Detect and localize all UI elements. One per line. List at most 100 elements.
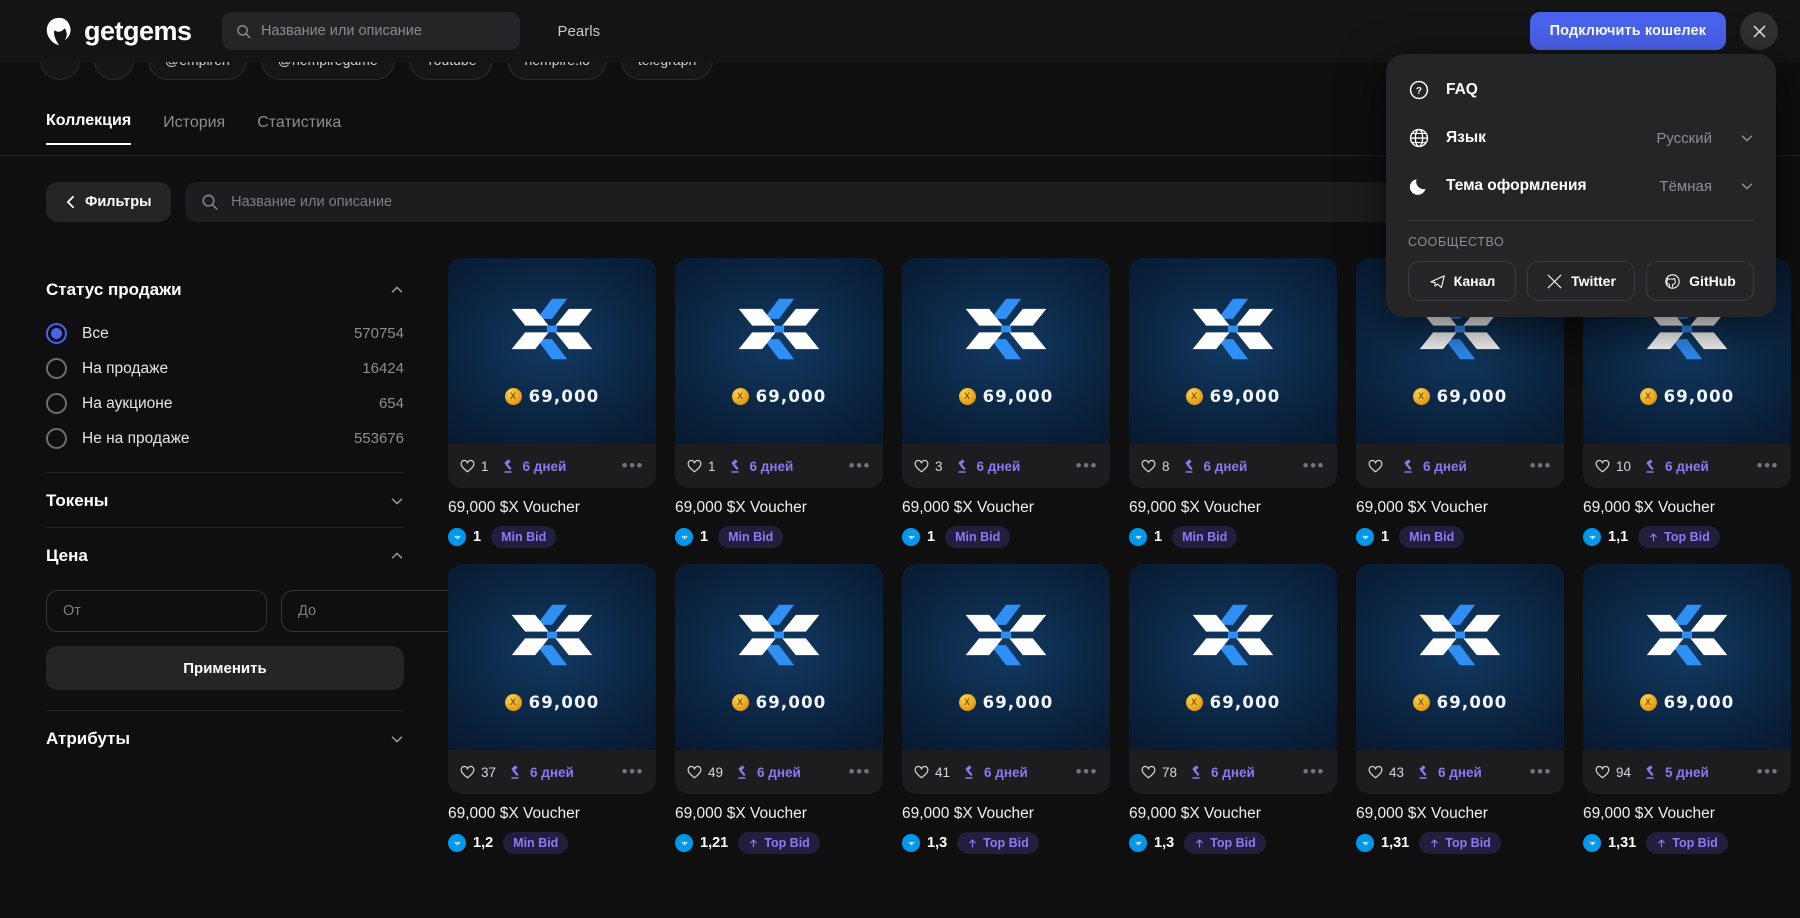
more-options-icon[interactable]: ••• <box>1530 457 1552 474</box>
filter-group-sale-status-header[interactable]: Статус продажи <box>46 262 404 316</box>
collection-link-chip[interactable]: Youtube <box>408 62 494 80</box>
like-control[interactable]: 10 <box>1595 459 1631 474</box>
filter-group-price-header[interactable]: Цена <box>46 528 404 582</box>
arrow-up-icon <box>750 838 758 848</box>
nft-card[interactable]: X 69,000 1 6 дней ••• 69,000 $X Voucher 1 Min B… <box>675 258 883 548</box>
collection-link-chip[interactable] <box>40 62 80 80</box>
nav-link-pearls[interactable]: Pearls <box>558 23 601 40</box>
nft-card[interactable]: X 69,000 49 6 дней ••• 69,000 $X Voucher 1,21 T… <box>675 564 883 854</box>
like-control[interactable]: 43 <box>1368 765 1404 780</box>
heart-icon[interactable] <box>1368 765 1383 780</box>
social-button-channel[interactable]: Канал <box>1408 261 1516 301</box>
nft-card[interactable]: X 69,000 3 6 дней ••• 69,000 $X Voucher 1 Min B… <box>902 258 1110 548</box>
heart-icon[interactable] <box>460 459 475 474</box>
heart-icon[interactable] <box>460 765 475 780</box>
tab-statistics[interactable]: Статистика <box>257 114 341 145</box>
nft-card[interactable]: X 69,000 43 6 дней ••• 69,000 $X Voucher 1,31 T… <box>1356 564 1564 854</box>
tab-collection[interactable]: Коллекция <box>46 112 132 145</box>
filter-group-attributes-header[interactable]: Атрибуты <box>46 711 404 765</box>
header-search-input[interactable] <box>260 23 506 39</box>
like-control[interactable]: 1 <box>687 459 716 474</box>
filter-group-tokens-header[interactable]: Токены <box>46 473 404 527</box>
radio-button[interactable] <box>46 358 67 379</box>
heart-icon[interactable] <box>1368 459 1383 474</box>
nft-card-media[interactable]: X 69,000 43 6 дней ••• <box>1356 564 1564 794</box>
filters-toggle-button[interactable]: Фильтры <box>46 182 172 222</box>
connect-wallet-button[interactable]: Подключить кошелек <box>1529 12 1726 50</box>
collection-link-chip[interactable]: @hempiregame <box>260 62 395 80</box>
nft-card-media[interactable]: X 69,000 8 6 дней ••• <box>1129 258 1337 488</box>
more-options-icon[interactable]: ••• <box>1757 457 1779 474</box>
like-control[interactable]: 8 <box>1141 459 1170 474</box>
more-options-icon[interactable]: ••• <box>622 763 644 780</box>
menu-item-language[interactable]: Язык Русский <box>1386 114 1776 162</box>
sale-status-option[interactable]: На продаже 16424 <box>46 351 404 386</box>
menu-item-theme[interactable]: Тема оформления Тёмная <box>1386 162 1776 210</box>
nft-card-media[interactable]: X 69,000 78 6 дней ••• <box>1129 564 1337 794</box>
nft-price-value: 1 <box>473 529 482 545</box>
heart-icon[interactable] <box>914 765 929 780</box>
heart-icon[interactable] <box>1595 459 1610 474</box>
price-from-input[interactable] <box>46 590 267 632</box>
menu-item-faq[interactable]: ? FAQ <box>1386 66 1776 114</box>
close-button[interactable] <box>1740 12 1778 50</box>
more-options-icon[interactable]: ••• <box>1757 763 1779 780</box>
tab-history[interactable]: История <box>163 114 225 145</box>
auction-time-left: 5 дней <box>1665 764 1709 780</box>
like-control[interactable]: 1 <box>460 459 489 474</box>
more-options-icon[interactable]: ••• <box>1530 763 1552 780</box>
header-search[interactable] <box>221 12 520 50</box>
collection-link-chip[interactable]: hempire.io <box>507 62 607 80</box>
like-control[interactable]: 41 <box>914 765 950 780</box>
more-options-icon[interactable]: ••• <box>1303 457 1325 474</box>
nft-card-media[interactable]: X 69,000 49 6 дней ••• <box>675 564 883 794</box>
nft-card[interactable]: X 69,000 41 6 дней ••• 69,000 $X Voucher 1,3 To… <box>902 564 1110 854</box>
radio-button[interactable] <box>46 393 67 414</box>
more-options-icon[interactable]: ••• <box>1076 763 1098 780</box>
more-options-icon[interactable]: ••• <box>622 457 644 474</box>
nft-card-media[interactable]: X 69,000 37 6 дней ••• <box>448 564 656 794</box>
sale-status-option[interactable]: На аукционе 654 <box>46 386 404 421</box>
radio-button[interactable] <box>46 323 67 344</box>
nft-card-media[interactable]: X 69,000 1 6 дней ••• <box>675 258 883 488</box>
x-voucher-logo-icon <box>738 298 820 359</box>
nft-card[interactable]: X 69,000 1 6 дней ••• 69,000 $X Voucher 1 Min B… <box>448 258 656 548</box>
heart-icon[interactable] <box>1141 459 1156 474</box>
more-options-icon[interactable]: ••• <box>1076 457 1098 474</box>
heart-icon[interactable] <box>914 459 929 474</box>
nft-card-media[interactable]: X 69,000 1 6 дней ••• <box>448 258 656 488</box>
like-control[interactable] <box>1368 459 1389 474</box>
more-options-icon[interactable]: ••• <box>1303 763 1325 780</box>
like-control[interactable]: 37 <box>460 765 496 780</box>
brand-logo[interactable]: getgems <box>44 16 192 47</box>
social-button-github[interactable]: GitHub <box>1646 261 1754 301</box>
like-control[interactable]: 78 <box>1141 765 1177 780</box>
heart-icon[interactable] <box>1141 765 1156 780</box>
collection-link-chip[interactable]: @empiren <box>148 62 247 80</box>
chevron-down-icon[interactable] <box>1740 179 1754 193</box>
nft-bid-badge: Top Bid <box>1184 832 1266 854</box>
like-control[interactable]: 94 <box>1595 765 1631 780</box>
sale-status-option[interactable]: Не на продаже 553676 <box>46 421 404 456</box>
nft-card[interactable]: X 69,000 78 6 дней ••• 69,000 $X Voucher 1,3 To… <box>1129 564 1337 854</box>
social-button-twitter[interactable]: Twitter <box>1527 261 1635 301</box>
heart-icon[interactable] <box>687 459 702 474</box>
apply-price-button[interactable]: Применить <box>46 646 404 690</box>
nft-card[interactable]: X 69,000 8 6 дней ••• 69,000 $X Voucher 1 Min B… <box>1129 258 1337 548</box>
collection-link-chip[interactable]: telegraph <box>620 62 714 80</box>
more-options-icon[interactable]: ••• <box>849 763 871 780</box>
radio-button[interactable] <box>46 428 67 449</box>
like-control[interactable]: 49 <box>687 765 723 780</box>
nft-card[interactable]: X 69,000 94 5 дней ••• 69,000 $X Voucher 1,31 T… <box>1583 564 1791 854</box>
nft-card-media[interactable]: X 69,000 41 6 дней ••• <box>902 564 1110 794</box>
more-options-icon[interactable]: ••• <box>849 457 871 474</box>
nft-card-media[interactable]: X 69,000 3 6 дней ••• <box>902 258 1110 488</box>
sale-status-option[interactable]: Все 570754 <box>46 316 404 351</box>
nft-card-media[interactable]: X 69,000 94 5 дней ••• <box>1583 564 1791 794</box>
chevron-down-icon[interactable] <box>1740 131 1754 145</box>
collection-link-chip[interactable] <box>94 62 134 80</box>
like-control[interactable]: 3 <box>914 459 943 474</box>
heart-icon[interactable] <box>1595 765 1610 780</box>
nft-card[interactable]: X 69,000 37 6 дней ••• 69,000 $X Voucher 1,2 Mi… <box>448 564 656 854</box>
heart-icon[interactable] <box>687 765 702 780</box>
